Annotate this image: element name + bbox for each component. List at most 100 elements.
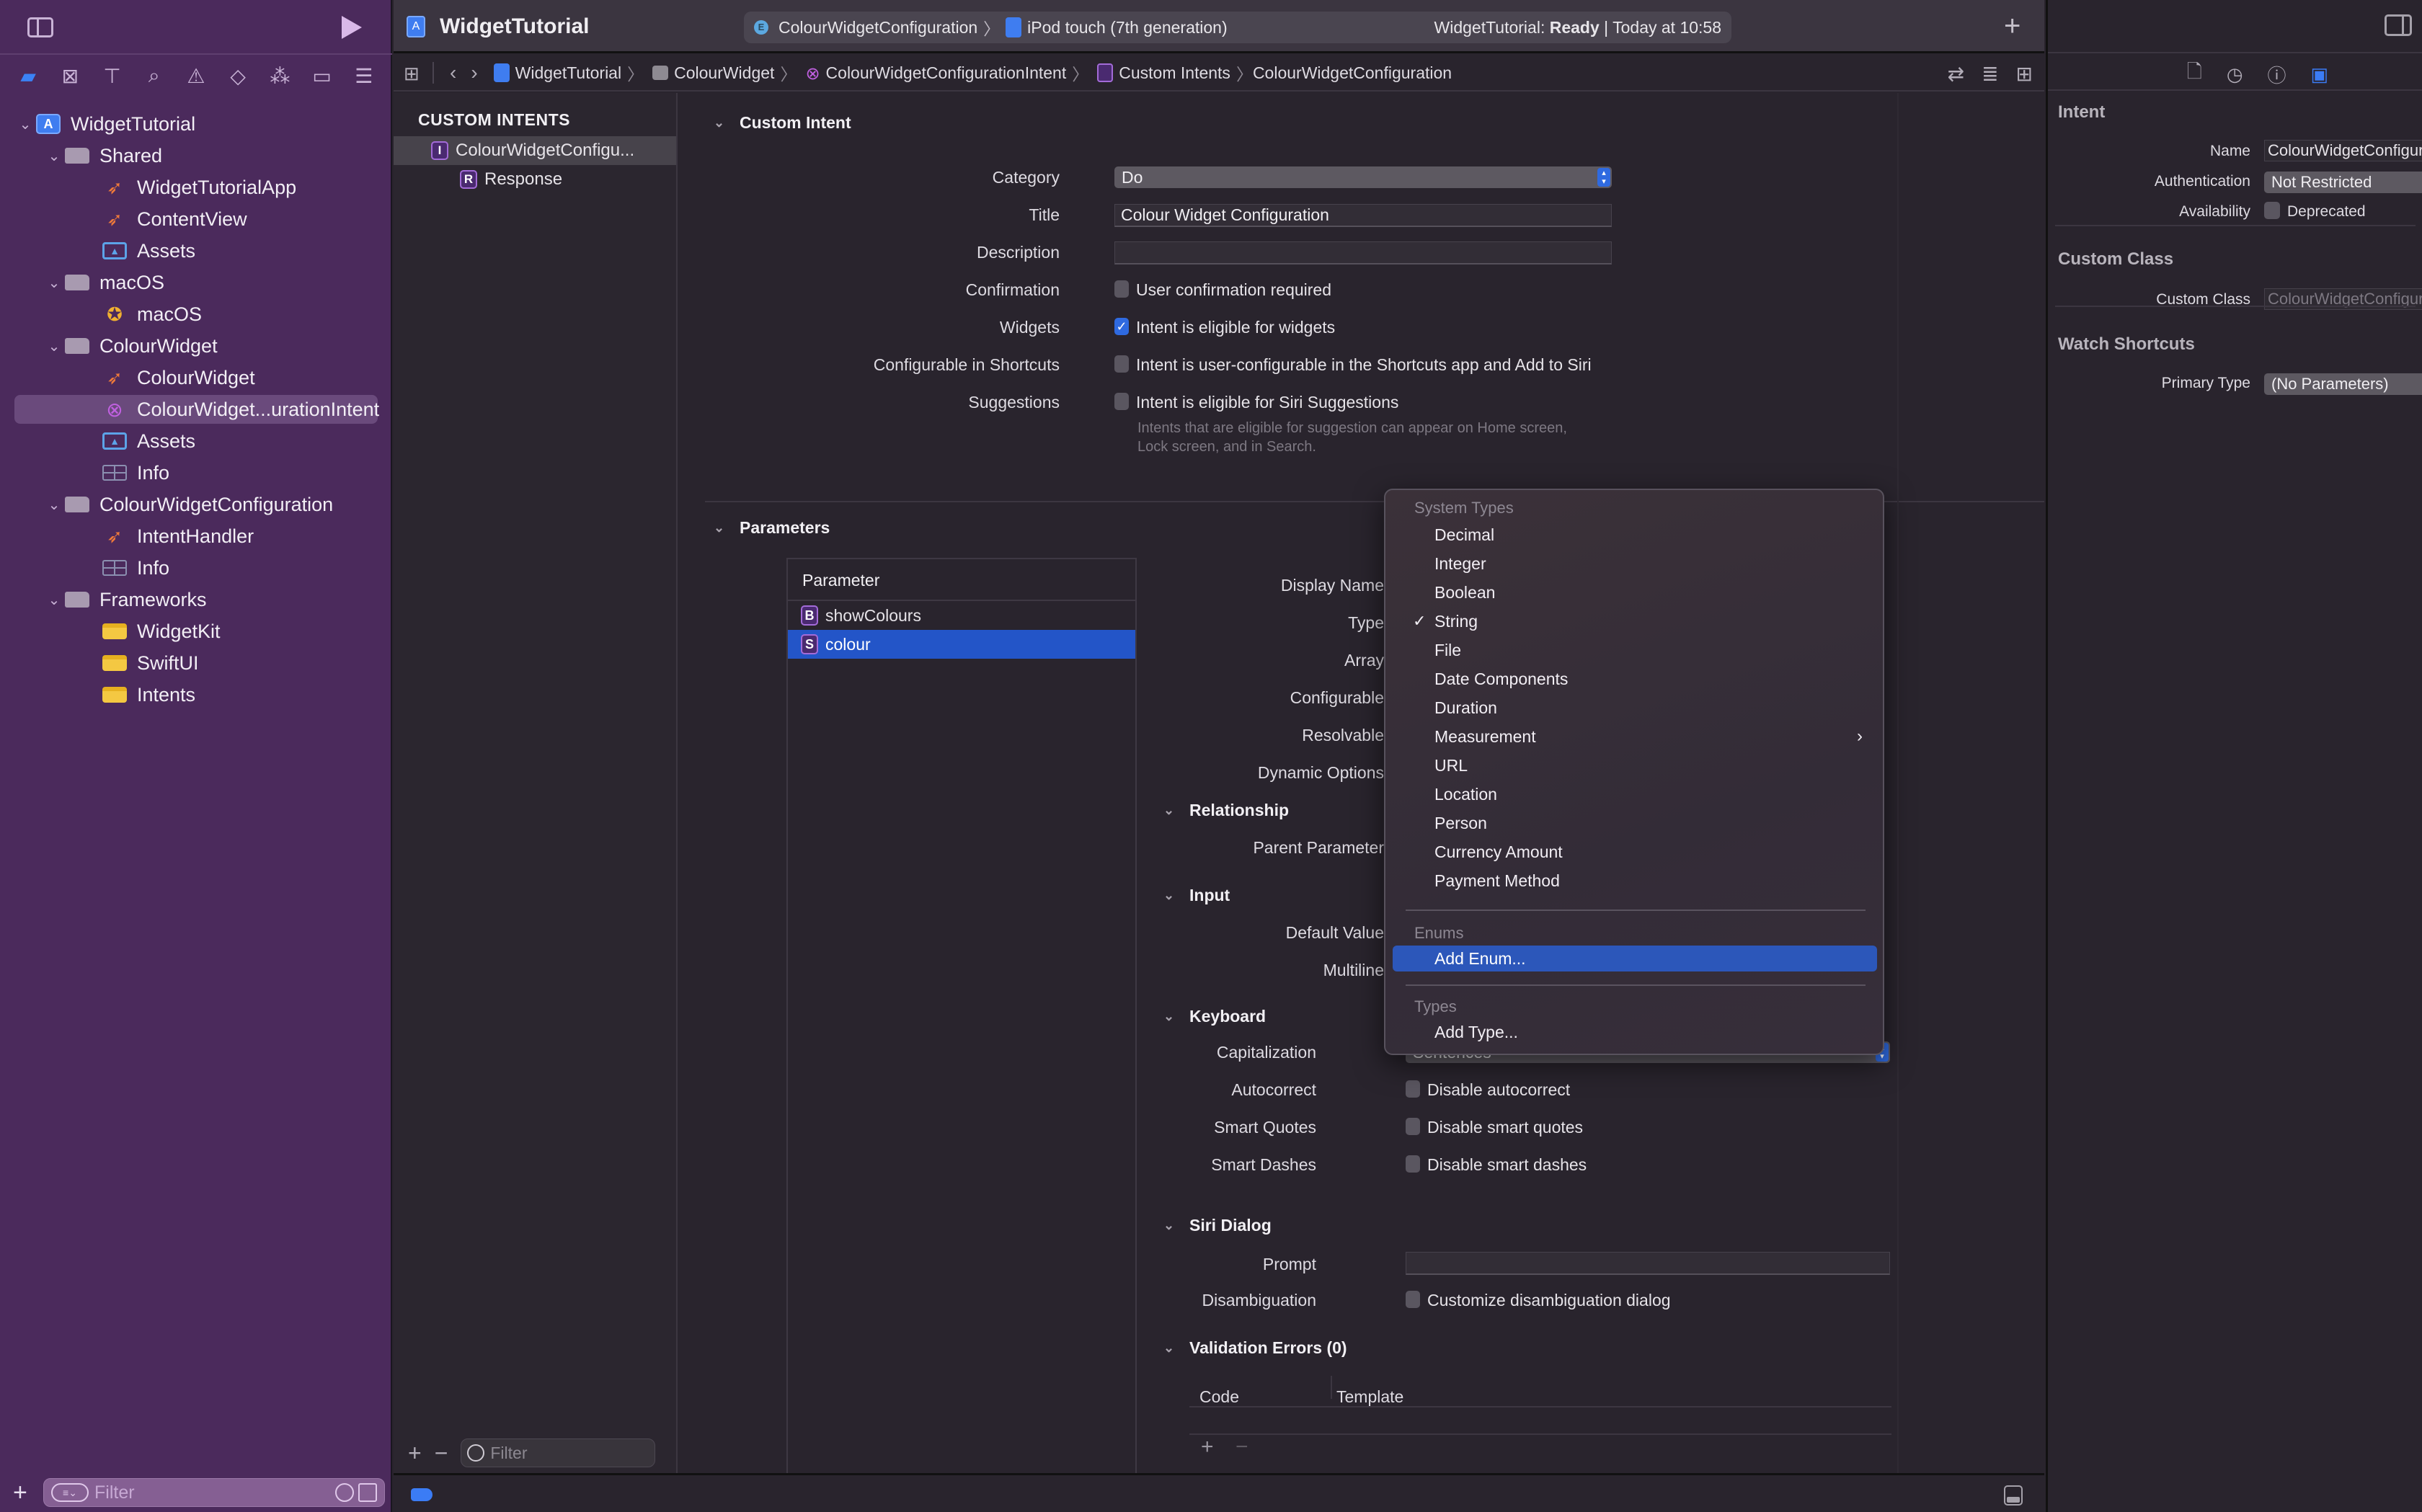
parameter-row[interactable]: S colour	[788, 630, 1135, 659]
smart-quotes-checkbox[interactable]	[1406, 1118, 1420, 1135]
smart-dashes-checkbox[interactable]	[1406, 1155, 1420, 1173]
code-column-header[interactable]: Code	[1199, 1387, 1239, 1407]
history-inspector-icon[interactable]: ◷	[2227, 63, 2243, 86]
validation-errors-section-header[interactable]: ⌄ Validation Errors (0)	[1163, 1338, 1347, 1358]
tree-item[interactable]: Info	[0, 552, 392, 584]
spray-icon[interactable]: ⁂	[265, 61, 294, 90]
siri-dialog-section-header[interactable]: ⌄ Siri Dialog	[1163, 1216, 1272, 1235]
tree-item[interactable]: ➶ WidgetTutorialApp	[0, 172, 392, 203]
tree-item[interactable]: ⊗ ColourWidget...urationIntent	[0, 393, 392, 425]
tree-item[interactable]: WidgetKit	[0, 615, 392, 647]
tree-item[interactable]: ▲ Assets	[0, 235, 392, 267]
tree-item[interactable]: ⌄ Shared	[0, 140, 392, 172]
editor-options-icon[interactable]: ≣	[1982, 62, 1998, 86]
authentication-popup[interactable]: Not Restricted▴▾	[2264, 172, 2422, 193]
tree-item[interactable]: ⌄ A WidgetTutorial	[0, 108, 392, 140]
relationship-section-header[interactable]: ⌄ Relationship	[1163, 801, 1289, 820]
prompt-field[interactable]	[1406, 1252, 1890, 1275]
type-menu-item[interactable]: Payment Method	[1393, 868, 1877, 894]
remove-validation-button[interactable]: −	[1236, 1435, 1248, 1459]
back-arrow-icon[interactable]: ‹	[450, 61, 456, 84]
disambiguation-checkbox[interactable]	[1406, 1291, 1420, 1308]
swap-arrows-icon[interactable]: ⇄	[1948, 62, 1964, 86]
chevron-down-icon[interactable]: ⌄	[43, 337, 65, 355]
category-popup[interactable]: Do ▴ ▾	[1114, 166, 1612, 188]
primary-type-popup[interactable]: (No Parameters)▴▾	[2264, 373, 2422, 395]
template-column-header[interactable]: Template	[1336, 1387, 1403, 1407]
tree-item[interactable]: ▲ Assets	[0, 425, 392, 457]
hierarchy-icon[interactable]: ⊤	[98, 61, 127, 90]
type-menu-item[interactable]: Duration	[1393, 695, 1877, 721]
tree-item[interactable]: ➶ ColourWidget	[0, 362, 392, 393]
breadcrumb-intent[interactable]: ColourWidgetConfiguration	[1253, 63, 1452, 83]
add-intent-button[interactable]: +	[408, 1440, 422, 1467]
intent-name-field[interactable]: ColourWidgetConfiguration	[2264, 140, 2422, 161]
forward-arrow-icon[interactable]: ›	[471, 61, 477, 84]
type-menu-item[interactable]: Date Components	[1393, 666, 1877, 692]
chevron-down-icon[interactable]: ⌄	[43, 496, 65, 514]
parameter-row[interactable]: B showColours	[788, 601, 1135, 630]
warning-icon[interactable]: ⚠	[182, 61, 210, 90]
tree-item[interactable]: SwiftUI	[0, 647, 392, 679]
tree-item[interactable]: ⌄ ColourWidgetConfiguration	[0, 489, 392, 520]
library-add-button[interactable]: +	[2004, 10, 2020, 43]
filter-options-icon[interactable]: ≡⌄	[51, 1483, 89, 1502]
test-diamond-icon[interactable]: ◇	[223, 61, 252, 90]
chevron-down-icon[interactable]: ⌄	[14, 115, 36, 133]
breakpoints-toggle-icon[interactable]	[411, 1488, 432, 1501]
confirmation-checkbox[interactable]	[1114, 280, 1129, 298]
recent-files-icon[interactable]	[335, 1483, 354, 1502]
report-icon[interactable]: ☰	[350, 61, 378, 90]
breadcrumb-project[interactable]: WidgetTutorial 〉	[485, 61, 644, 85]
type-menu-item[interactable]: Currency Amount	[1393, 839, 1877, 865]
breadcrumb-folder[interactable]: ColourWidget 〉	[644, 61, 797, 85]
intent-item[interactable]: I ColourWidgetConfigu...	[394, 136, 676, 165]
related-items-icon[interactable]: ⊞	[404, 63, 424, 84]
add-type-menu-item[interactable]: Add Type...	[1393, 1019, 1877, 1045]
run-button[interactable]	[342, 16, 362, 39]
add-enum-menu-item[interactable]: Add Enum...	[1393, 946, 1877, 971]
custom-intent-section-header[interactable]: ⌄ Custom Intent	[714, 113, 851, 133]
navigator-filter-input[interactable]: ≡⌄ Filter	[43, 1478, 385, 1507]
toggle-navigator-icon[interactable]	[27, 17, 53, 37]
response-item[interactable]: R Response	[394, 165, 676, 194]
add-editor-icon[interactable]: ⊞	[2016, 62, 2033, 86]
type-menu-item[interactable]: Person	[1393, 810, 1877, 836]
tree-item[interactable]: ➶ IntentHandler	[0, 520, 392, 552]
widgets-checkbox[interactable]: ✓	[1114, 318, 1129, 335]
chevron-down-icon[interactable]: ⌄	[43, 274, 65, 292]
tree-item[interactable]: Intents	[0, 679, 392, 711]
type-menu-item[interactable]: ✓ String	[1393, 608, 1877, 634]
source-control-icon[interactable]: ⊠	[56, 61, 84, 90]
chevron-down-icon[interactable]: ⌄	[43, 591, 65, 609]
destination-selector[interactable]: iPod touch (7th generation)	[1027, 18, 1227, 37]
file-inspector-icon[interactable]: 🗋	[2187, 58, 2202, 90]
tree-item[interactable]: ⌄ macOS	[0, 267, 392, 298]
type-menu-item[interactable]: File	[1393, 637, 1877, 663]
add-file-button[interactable]: +	[13, 1479, 39, 1507]
description-field[interactable]	[1114, 241, 1612, 264]
breadcrumb-custom-intents[interactable]: Custom Intents 〉	[1088, 61, 1253, 85]
type-menu-item[interactable]: Integer	[1393, 551, 1877, 577]
tree-item[interactable]: ✪ macOS	[0, 298, 392, 330]
breadcrumb-intent-file[interactable]: ⊗ ColourWidgetConfigurationIntent 〉	[797, 61, 1088, 85]
suggestions-checkbox[interactable]	[1114, 393, 1129, 410]
input-section-header[interactable]: ⌄ Input	[1163, 886, 1230, 905]
scheme-selector[interactable]: ColourWidgetConfiguration	[778, 18, 977, 37]
type-menu-item[interactable]: Decimal	[1393, 522, 1877, 548]
type-menu-item[interactable]: Measurement ›	[1393, 724, 1877, 750]
search-icon[interactable]: ⌕	[140, 61, 169, 90]
parameters-section-header[interactable]: ⌄ Parameters	[714, 518, 830, 538]
type-menu-item[interactable]: Location	[1393, 781, 1877, 807]
folder-icon[interactable]: ▰	[14, 61, 43, 90]
type-menu-item[interactable]: Boolean	[1393, 579, 1877, 605]
keyboard-section-header[interactable]: ⌄ Keyboard	[1163, 1007, 1266, 1026]
breakpoint-icon[interactable]: ▭	[308, 61, 337, 90]
shortcuts-checkbox[interactable]	[1114, 355, 1129, 373]
type-menu-item[interactable]: URL	[1393, 752, 1877, 778]
autocorrect-checkbox[interactable]	[1406, 1080, 1420, 1098]
deprecated-checkbox[interactable]	[2264, 202, 2280, 219]
quick-help-icon[interactable]: ⓘ	[2268, 61, 2286, 88]
add-validation-button[interactable]: +	[1201, 1435, 1214, 1459]
remove-intent-button[interactable]: −	[435, 1440, 448, 1467]
